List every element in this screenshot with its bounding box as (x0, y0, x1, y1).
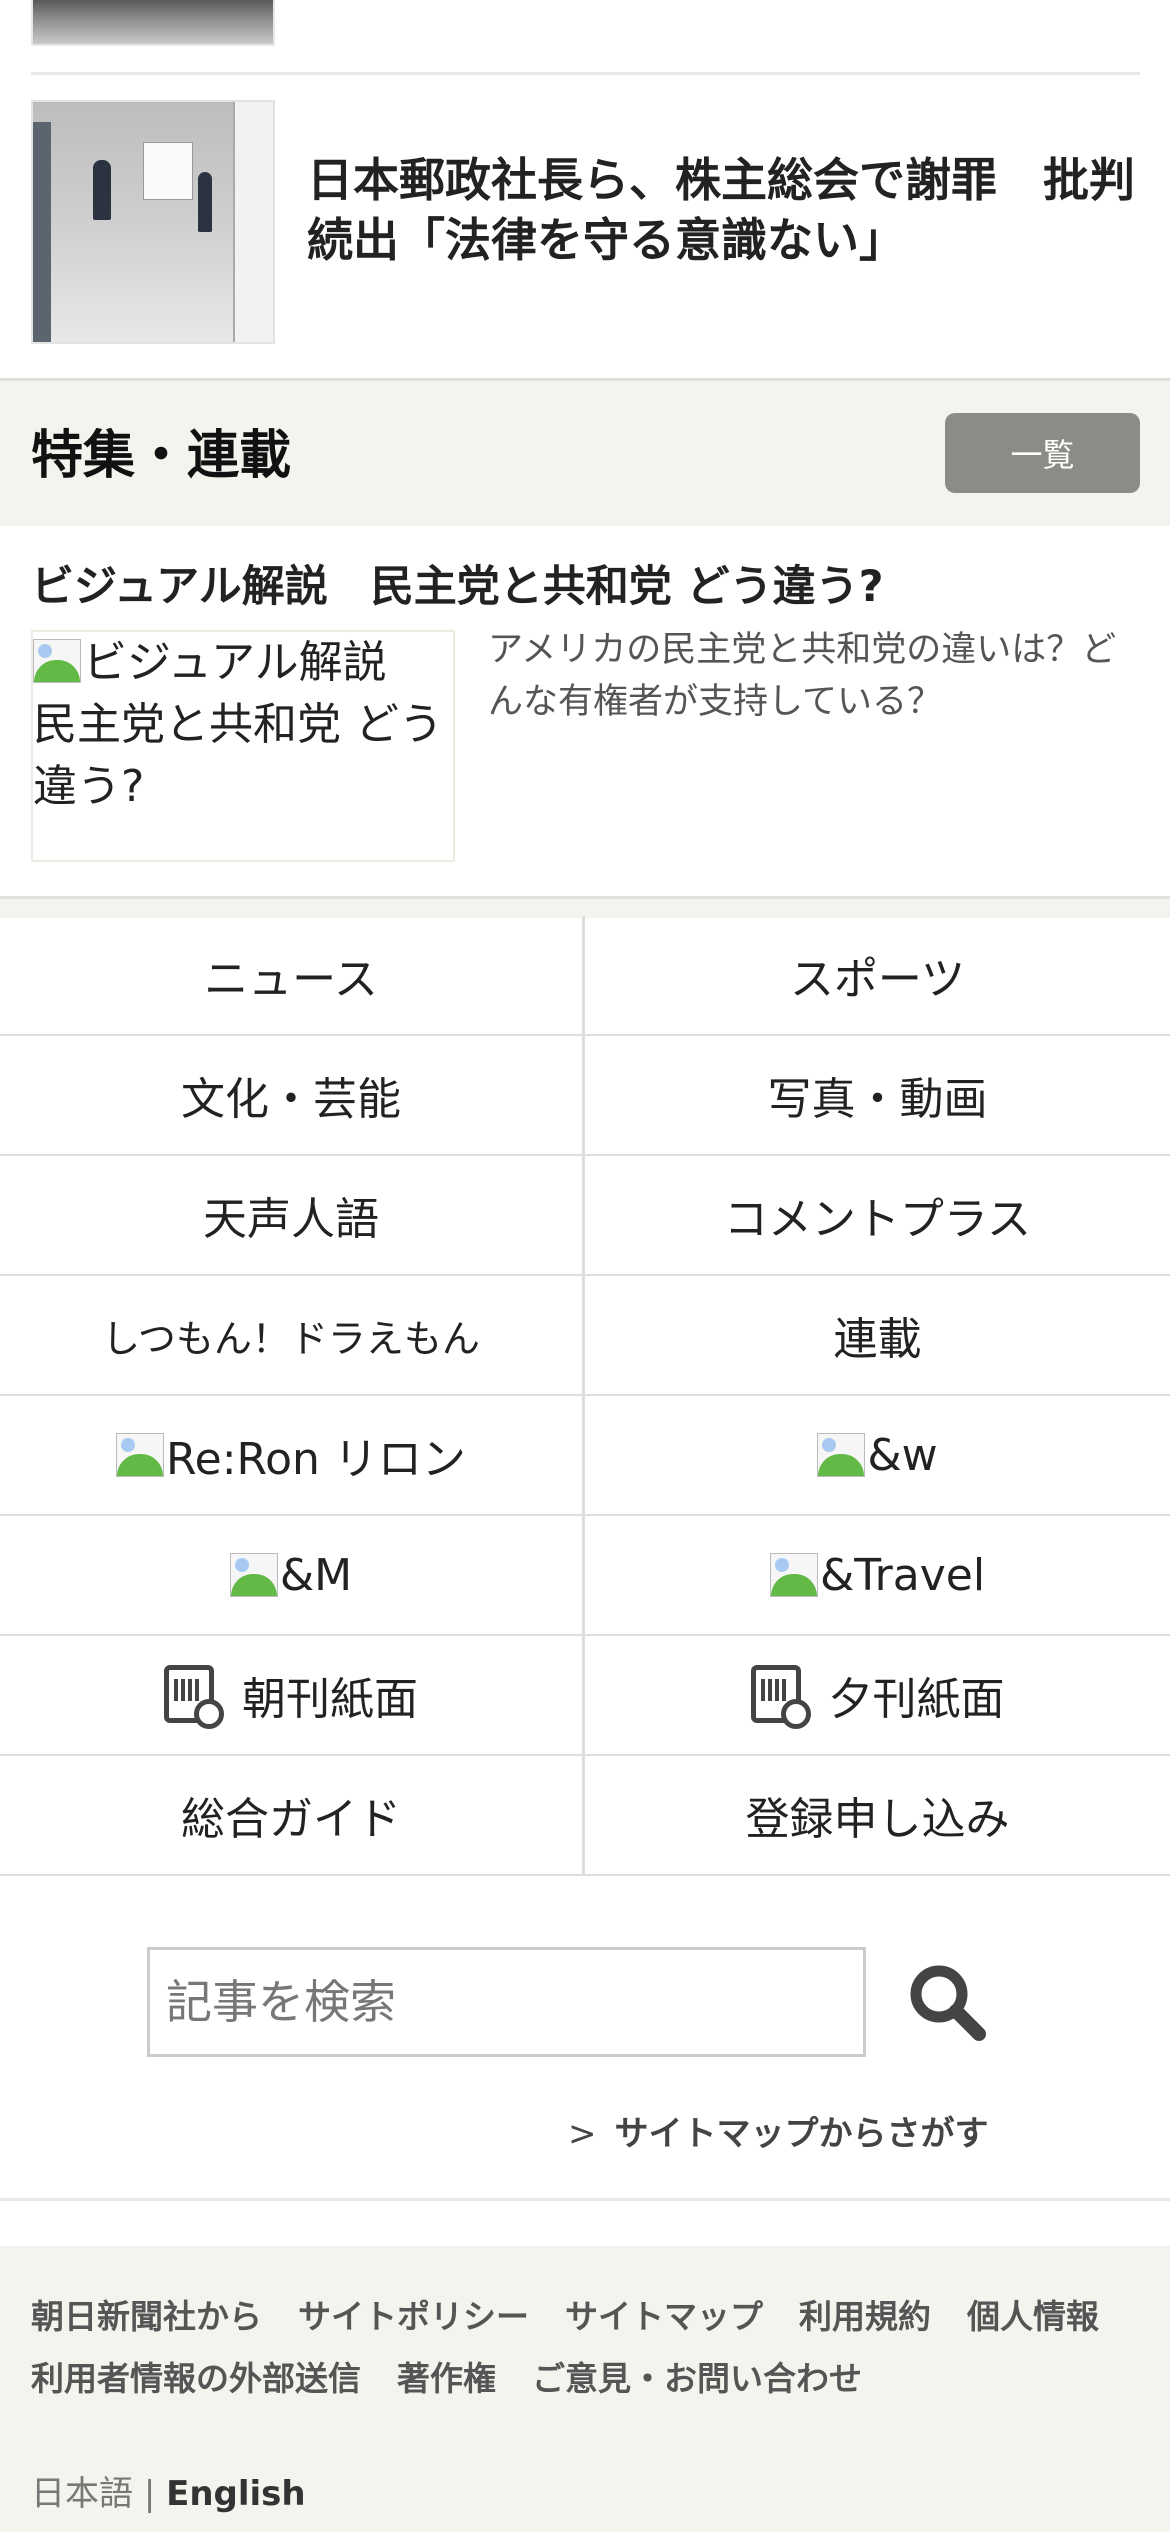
nav-photo-video[interactable]: 写真・動画 (585, 1036, 1170, 1154)
footer-links: 朝日新聞社から サイトポリシー サイトマップ 利用規約 個人情報利用者情報の外部送信 著作… (31, 2286, 1141, 2410)
nav-evening-paper[interactable]: 夕刊紙面 (585, 1636, 1170, 1754)
lang-english[interactable]: English (166, 2474, 306, 2514)
nav-guide[interactable]: 総合ガイド (0, 1756, 585, 1874)
article-thumbnail-partial[interactable] (31, 0, 275, 46)
sitemap-link[interactable]: > サイトマップからさがす (568, 2106, 989, 2155)
nav-rensai[interactable]: 連載 (585, 1276, 1170, 1394)
footer-link-about[interactable]: 朝日新聞社から (31, 2286, 262, 2348)
nav-morning-paper-label: 朝刊紙面 (242, 1674, 418, 1725)
search-icon (910, 1965, 986, 2041)
nav-sports[interactable]: スポーツ (585, 916, 1170, 1034)
morning-paper-icon (164, 1665, 224, 1729)
nav-culture[interactable]: 文化・芸能 (0, 1036, 585, 1154)
search-input[interactable] (150, 1950, 863, 2054)
lang-japanese[interactable]: 日本語 (31, 2474, 133, 2514)
sitemap-link-label: サイトマップからさがす (614, 2114, 989, 2154)
search-button[interactable] (905, 1960, 989, 2044)
nav-and-w[interactable]: &w (585, 1396, 1170, 1514)
feature-item-title[interactable]: ビジュアル解説 民主党と共和党 どう違う? (31, 552, 884, 614)
article-title[interactable]: 日本郵政社長ら、株主総会で謝罪 批判続出「法律を守る意識ない」 (307, 150, 1157, 270)
broken-image-icon (33, 639, 81, 683)
list-all-button[interactable]: 一覧 (945, 413, 1140, 493)
nav-and-travel[interactable]: &Travel (585, 1516, 1170, 1634)
thumbnail-alt-text: ビジュアル解説 民主党と共和党 どう違う? (33, 637, 443, 812)
footer-link-privacy[interactable]: 個人情報 (967, 2286, 1099, 2348)
nav-morning-paper[interactable]: 朝刊紙面 (0, 1636, 585, 1754)
nav-reron[interactable]: Re:Ron リロン (0, 1396, 585, 1514)
nav-and-travel-label: &Travel (819, 1549, 986, 1601)
feature-section-header: 特集・連載 一覧 (0, 378, 1170, 526)
footer-link-sitemap[interactable]: サイトマップ (565, 2286, 763, 2348)
footer-link-copyright[interactable]: 著作権 (397, 2348, 496, 2410)
nav-shitsumon-doraemon[interactable]: しつもん！ドラえもん (0, 1276, 585, 1394)
language-switcher: 日本語 | English (31, 2466, 306, 2515)
nav-register[interactable]: 登録申し込み (585, 1756, 1170, 1874)
nav-comment-plus[interactable]: コメントプラス (585, 1156, 1170, 1274)
nav-news[interactable]: ニュース (0, 916, 585, 1034)
nav-reron-label: Re:Ron リロン (166, 1434, 466, 1485)
divider (0, 2198, 1170, 2201)
broken-image-icon (769, 1553, 818, 1597)
footer: 朝日新聞社から サイトポリシー サイトマップ 利用規約 個人情報利用者情報の外部送信 著作… (0, 2246, 1170, 2532)
broken-image-icon (817, 1433, 866, 1477)
search-box (147, 1947, 866, 2057)
broken-image-icon (229, 1553, 278, 1597)
article-thumbnail[interactable] (31, 100, 275, 344)
section-title: 特集・連載 (31, 426, 292, 486)
footer-link-terms[interactable]: 利用規約 (799, 2286, 931, 2348)
lang-separator: | (143, 2474, 156, 2514)
section-divider (0, 896, 1170, 918)
nav-and-m-label: &M (279, 1549, 353, 1601)
chevron-right-icon: > (568, 2114, 597, 2154)
nav-tensei-jingo[interactable]: 天声人語 (0, 1156, 585, 1274)
feature-description[interactable]: アメリカの民主党と共和党の違いは？どんな有権者が支持している？ (488, 624, 1138, 728)
broken-image-icon (116, 1433, 165, 1477)
footer-link-site-policy[interactable]: サイトポリシー (298, 2286, 529, 2348)
divider (31, 72, 1140, 75)
article-item[interactable]: 日本郵政社長ら、株主総会で謝罪 批判続出「法律を守る意識ない」 (31, 100, 1140, 344)
nav-evening-paper-label: 夕刊紙面 (828, 1674, 1005, 1725)
category-nav-grid: ニュース スポーツ 文化・芸能 写真・動画 天声人語 コメントプラス しつもん！… (0, 916, 1170, 1876)
feature-thumbnail[interactable]: ビジュアル解説 民主党と共和党 どう違う? (31, 630, 455, 862)
nav-and-w-label: &w (867, 1429, 938, 1481)
evening-paper-icon (750, 1665, 811, 1729)
footer-link-external-transmission[interactable]: 利用者情報の外部送信 (31, 2348, 361, 2410)
footer-link-contact[interactable]: ご意見・お問い合わせ (532, 2348, 862, 2410)
nav-and-m[interactable]: &M (0, 1516, 585, 1634)
